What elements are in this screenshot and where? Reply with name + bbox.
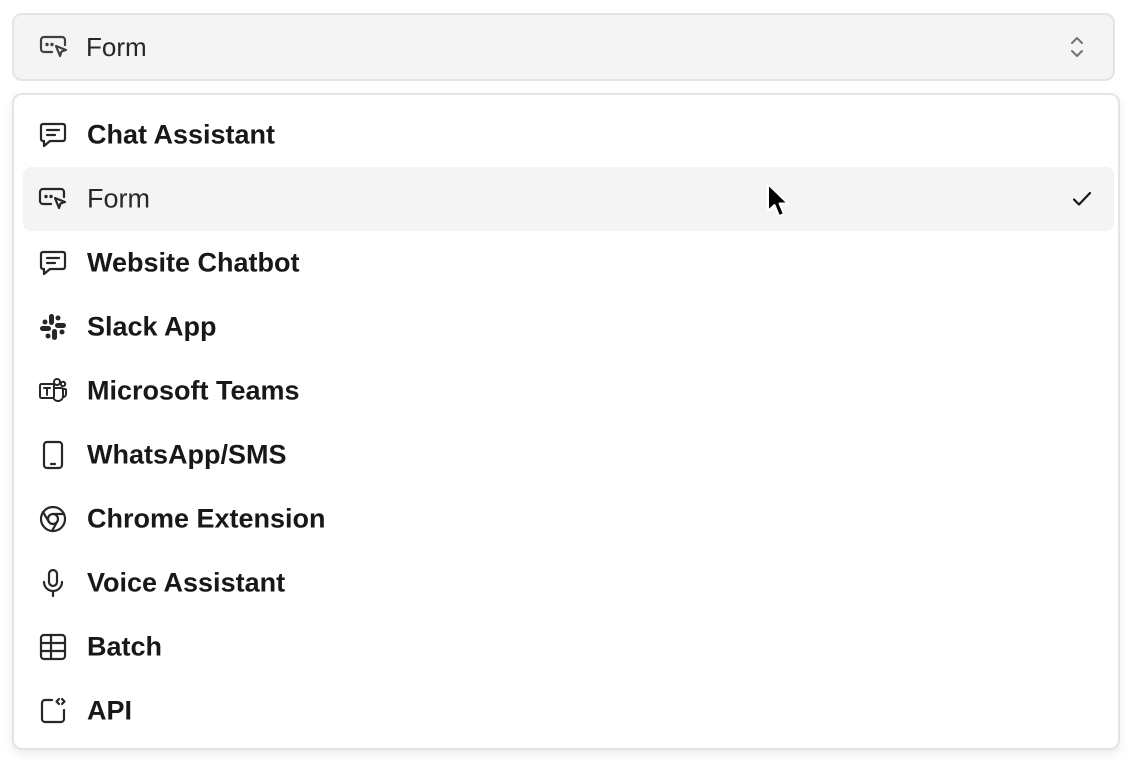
chat-bubble-icon (37, 247, 69, 279)
slack-icon (37, 311, 69, 343)
teams-icon (37, 375, 69, 407)
menu-item-chat-assistant[interactable]: Chat Assistant (23, 103, 1114, 167)
menu-item-label: Chrome Extension (87, 503, 326, 534)
menu-item-label: Batch (87, 631, 163, 662)
chat-bubble-icon (37, 119, 69, 151)
microphone-icon (37, 567, 69, 599)
table-grid-icon (37, 631, 69, 663)
menu-item-label: WhatsApp/SMS (87, 439, 287, 470)
menu-item-api[interactable]: API (23, 679, 1114, 743)
menu-item-label: Microsoft Teams (87, 375, 300, 406)
form-cursor-icon (38, 31, 70, 63)
menu-item-slack-app[interactable]: Slack App (23, 295, 1114, 359)
menu-item-label: Voice Assistant (87, 567, 286, 598)
chevron-up-down-icon (1067, 33, 1087, 61)
menu-item-form[interactable]: Form (23, 167, 1114, 231)
menu-item-microsoft-teams[interactable]: Microsoft Teams (23, 359, 1114, 423)
menu-item-label: API (87, 695, 133, 726)
menu-item-label: Form (87, 183, 150, 214)
channel-dropdown-menu: Chat Assistant Form Website Chatbot Slack A… (12, 93, 1120, 750)
menu-item-label: Slack App (87, 311, 217, 342)
code-square-icon (37, 695, 69, 727)
chrome-icon (37, 503, 69, 535)
menu-item-website-chatbot[interactable]: Website Chatbot (23, 231, 1114, 295)
phone-icon (37, 439, 69, 471)
form-cursor-icon (37, 183, 69, 215)
menu-item-batch[interactable]: Batch (23, 615, 1114, 679)
checkmark-icon (1070, 187, 1094, 211)
menu-item-whatsapp-sms[interactable]: WhatsApp/SMS (23, 423, 1114, 487)
menu-item-label: Website Chatbot (87, 247, 300, 278)
menu-item-chrome-extension[interactable]: Chrome Extension (23, 487, 1114, 551)
selected-value: Form (86, 31, 147, 62)
menu-item-label: Chat Assistant (87, 119, 276, 150)
channel-select-trigger[interactable]: Form (12, 13, 1115, 81)
menu-item-voice-assistant[interactable]: Voice Assistant (23, 551, 1114, 615)
